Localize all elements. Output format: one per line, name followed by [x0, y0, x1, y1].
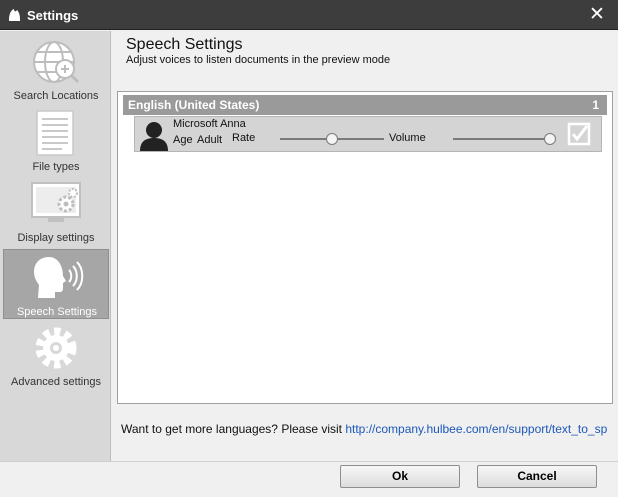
person-silhouette-icon: [140, 122, 168, 151]
more-languages-text: Want to get more languages? Please visit…: [121, 422, 617, 436]
sidebar-item-label: Advanced settings: [11, 376, 101, 388]
title-bar[interactable]: Settings ✕: [0, 0, 618, 30]
rate-slider[interactable]: [280, 133, 384, 145]
sidebar-item-file-types[interactable]: File types: [3, 105, 109, 175]
settings-window: Settings ✕ Search Locations File types D…: [0, 0, 618, 497]
speaking-head-icon: [34, 257, 84, 298]
voice-enabled-checkbox[interactable]: [567, 122, 591, 146]
more-languages-label: Want to get more languages? Please visit: [121, 422, 346, 436]
window-title: Settings: [27, 8, 79, 23]
close-button[interactable]: ✕: [586, 4, 608, 26]
volume-label: Volume: [389, 132, 426, 144]
page-subtitle: Adjust voices to listen documents in the…: [126, 54, 391, 66]
display-gear-icon: [31, 182, 81, 222]
ok-button[interactable]: Ok: [340, 465, 460, 488]
sidebar-item-label: Speech Settings: [16, 306, 98, 318]
document-icon: [36, 110, 74, 156]
language-voice-count: 1: [592, 98, 599, 112]
page-title: Speech Settings: [126, 36, 243, 53]
sidebar: Search Locations File types Display sett…: [0, 31, 111, 461]
gear-icon: [35, 327, 77, 369]
rate-slider-thumb[interactable]: [326, 133, 338, 145]
volume-slider-thumb[interactable]: [543, 133, 556, 145]
volume-slider[interactable]: [453, 133, 556, 145]
close-icon: ✕: [589, 4, 605, 25]
sidebar-item-label: Search Locations: [13, 90, 99, 102]
footer-bar: Ok Cancel: [0, 461, 618, 497]
app-logo-icon: [9, 9, 20, 21]
main-panel: Speech Settings Adjust voices to listen …: [111, 31, 618, 461]
sidebar-item-label: File types: [32, 161, 80, 173]
voice-name: Microsoft Anna: [173, 118, 246, 130]
voice-list-panel: English (United States) 1 Microsoft Anna…: [117, 91, 613, 404]
volume-slider-track: [453, 138, 555, 140]
language-name: English (United States): [128, 98, 260, 112]
more-languages-link[interactable]: http://company.hulbee.com/en/support/tex…: [345, 422, 607, 436]
voice-row[interactable]: Microsoft Anna Age Adult Rate Volume: [134, 116, 602, 152]
sidebar-item-speech-settings[interactable]: Speech Settings: [3, 249, 109, 319]
globe-search-icon: [33, 41, 80, 84]
age-value: Adult: [197, 134, 223, 146]
sidebar-item-label: Display settings: [17, 232, 95, 244]
language-group-header[interactable]: English (United States) 1: [123, 95, 607, 115]
sidebar-item-search-locations[interactable]: Search Locations: [3, 34, 109, 104]
cancel-button[interactable]: Cancel: [477, 465, 597, 488]
sidebar-item-advanced-settings[interactable]: Advanced settings: [3, 320, 109, 390]
age-label: Age: [173, 134, 193, 146]
sidebar-item-display-settings[interactable]: Display settings: [3, 176, 109, 246]
rate-label: Rate: [232, 132, 256, 144]
